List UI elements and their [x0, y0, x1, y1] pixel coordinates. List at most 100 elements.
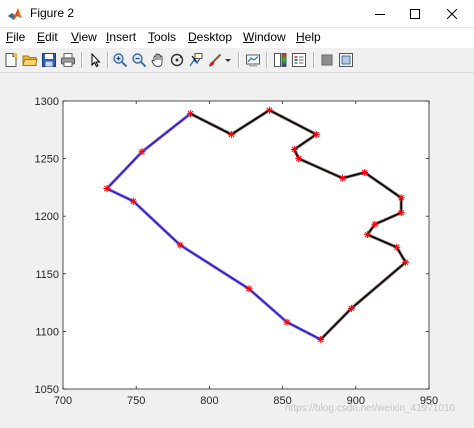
data-point-marker [103, 185, 111, 193]
menu-label: elp [304, 30, 321, 44]
menu-label: esktop [196, 30, 233, 44]
window-titlebar: Figure 2 [0, 0, 474, 28]
link-plot-icon [246, 54, 260, 67]
menu-mnemonic: E [37, 30, 46, 44]
brush-dropdown-button[interactable] [223, 51, 233, 69]
minimize-button[interactable] [361, 0, 399, 27]
brush-icon [209, 53, 222, 67]
menu-mnemonic: D [188, 30, 197, 44]
data-point-marker [290, 145, 298, 153]
data-point-marker [393, 243, 401, 251]
show-plot-tools-button[interactable] [337, 51, 355, 69]
menu-help[interactable]: Help [296, 30, 321, 44]
menu-label: indow [254, 30, 286, 44]
data-point-marker [317, 335, 325, 343]
menu-mnemonic: H [296, 30, 305, 44]
matlab-logo-icon [7, 6, 23, 22]
close-icon [447, 8, 457, 19]
menu-label: nsert [109, 30, 137, 44]
zoom-in-icon [113, 53, 128, 68]
close-button[interactable] [433, 0, 471, 27]
zoom-out-icon [132, 53, 147, 68]
y-tick-label: 1100 [35, 326, 59, 338]
menu-bar: File Edit View Insert Tools Desktop Wind… [0, 28, 474, 48]
menu-window[interactable]: Window [243, 30, 286, 44]
menu-desktop[interactable]: Desktop [188, 30, 232, 44]
rotate-3d-button[interactable] [168, 51, 186, 69]
new-figure-icon [5, 53, 18, 67]
x-tick-label: 800 [200, 395, 218, 407]
data-point-marker [295, 155, 303, 163]
menu-file[interactable]: File [6, 30, 25, 44]
axes-background [63, 101, 429, 389]
print-icon [61, 53, 75, 67]
y-tick-label: 1150 [35, 269, 59, 281]
brush-button[interactable] [206, 51, 224, 69]
data-point-marker [339, 174, 347, 182]
data-point-marker [312, 130, 320, 138]
data-point-marker [402, 258, 410, 266]
data-point-marker [371, 220, 379, 228]
data-point-marker [347, 304, 355, 312]
data-point-marker [129, 197, 137, 205]
data-cursor-button[interactable] [187, 51, 205, 69]
toolbar-separator [266, 52, 268, 68]
y-tick-label: 1300 [35, 96, 59, 108]
link-plot-button[interactable] [244, 51, 262, 69]
brush-dropdown-icon [225, 59, 231, 62]
maximize-icon [410, 8, 420, 19]
menu-view[interactable]: View [71, 30, 97, 44]
pointer-icon [91, 52, 101, 68]
data-point-marker [245, 285, 253, 293]
data-point-marker [397, 194, 405, 202]
menu-mnemonic: W [243, 30, 255, 44]
menu-insert[interactable]: Insert [106, 30, 136, 44]
rotate-3d-icon [170, 53, 184, 67]
hide-plot-tools-icon [321, 54, 333, 66]
x-tick-label: 700 [54, 395, 72, 407]
colorbar-icon [274, 53, 287, 67]
y-tick-label: 1050 [35, 384, 59, 396]
data-cursor-icon [189, 53, 203, 67]
new-figure-button[interactable] [2, 51, 20, 69]
edit-plot-button[interactable] [86, 51, 104, 69]
menu-label: ile [13, 30, 26, 44]
toolbar-separator [238, 52, 240, 68]
menu-label: iew [78, 30, 97, 44]
data-point-marker [138, 148, 146, 156]
figure-toolbar [0, 48, 474, 73]
menu-mnemonic: V [71, 30, 79, 44]
maximize-button[interactable] [396, 0, 434, 27]
toolbar-separator [313, 52, 315, 68]
colorbar-button[interactable] [271, 51, 289, 69]
data-point-marker [397, 209, 405, 217]
open-file-icon [22, 55, 38, 66]
save-icon [42, 53, 56, 67]
y-tick-label: 1250 [35, 154, 59, 166]
menu-label: ools [154, 30, 177, 44]
data-point-marker [176, 241, 184, 249]
figure-canvas: 700 750 800 850 900 950 1050 1100 1150 1200 1250 13… [0, 73, 474, 428]
legend-icon [292, 53, 306, 67]
minimize-icon [375, 13, 385, 15]
pan-icon [151, 53, 163, 67]
data-point-marker [265, 106, 273, 114]
legend-button[interactable] [290, 51, 308, 69]
zoom-in-button[interactable] [111, 51, 129, 69]
toolbar-separator [107, 52, 109, 68]
print-button[interactable] [59, 51, 77, 69]
menu-tools[interactable]: Tools [148, 30, 176, 44]
x-tick-label: 750 [127, 395, 145, 407]
data-point-marker [283, 318, 291, 326]
data-point-marker [227, 130, 235, 138]
open-file-button[interactable] [21, 51, 39, 69]
zoom-out-button[interactable] [130, 51, 148, 69]
pan-button[interactable] [149, 51, 167, 69]
save-button[interactable] [40, 51, 58, 69]
line-plot: 700 750 800 850 900 9501050110011501200125013… [35, 96, 439, 407]
menu-edit[interactable]: Edit [37, 30, 58, 44]
toolbar-separator [81, 52, 83, 68]
window-title: Figure 2 [30, 6, 75, 20]
hide-plot-tools-button[interactable] [318, 51, 336, 69]
data-point-marker [364, 231, 372, 239]
